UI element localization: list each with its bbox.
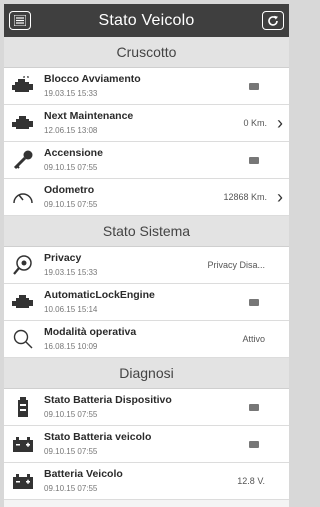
car-battery-icon <box>6 426 40 463</box>
engine-icon <box>6 284 40 321</box>
row-timestamp: 09.10.15 07:55 <box>44 200 98 209</box>
row-label: Accensione <box>44 147 103 159</box>
status-row-stato-batteria-veicolo: Stato Batteria veicolo 09.10.15 07:55 <box>4 426 289 463</box>
status-indicator <box>249 403 259 411</box>
section-header-cruscotto: Cruscotto <box>4 37 289 68</box>
chevron-right-icon[interactable]: › <box>271 113 289 134</box>
status-row-privacy: Privacy 19.03.15 15:33 Privacy Disa... <box>4 247 289 284</box>
row-value: 12.8 V. <box>237 476 265 486</box>
row-label: Next Maintenance <box>44 110 134 122</box>
row-text: Next Maintenance 12.06.15 13:08 <box>40 110 243 136</box>
refresh-icon[interactable] <box>262 11 284 30</box>
chevron-right-icon[interactable]: › <box>271 187 289 208</box>
device-battery-icon <box>6 389 40 426</box>
list-menu-icon[interactable] <box>9 11 31 30</box>
row-text: Odometro 09.10.15 07:55 <box>40 184 223 210</box>
status-list: Cruscotto Blocco Avviamento 19.03.15 15:33… <box>4 37 289 500</box>
odometer-icon <box>6 179 40 216</box>
engine-lock-icon <box>6 68 40 105</box>
row-value: 12868 Km. <box>223 192 267 202</box>
row-label: Modalità operativa <box>44 326 137 338</box>
row-label: Odometro <box>44 184 95 196</box>
row-label: Blocco Avviamento <box>44 73 141 85</box>
row-timestamp: 19.03.15 15:33 <box>44 89 98 98</box>
row-text: AutomaticLockEngine 10.06.15 15:14 <box>40 289 249 315</box>
status-row-next-maintenance[interactable]: Next Maintenance 12.06.15 13:08 0 Km. › <box>4 105 289 142</box>
row-timestamp: 12.06.15 13:08 <box>44 126 98 135</box>
row-timestamp: 09.10.15 07:55 <box>44 447 98 456</box>
row-label: Batteria Veicolo <box>44 468 123 480</box>
row-value: Privacy Disa... <box>207 260 265 270</box>
status-indicator <box>249 440 259 448</box>
row-label: Privacy <box>44 252 82 264</box>
row-text: Stato Batteria Dispositivo 09.10.15 07:55 <box>40 394 249 420</box>
row-label: AutomaticLockEngine <box>44 289 155 301</box>
status-row-accensione: Accensione 09.10.15 07:55 <box>4 142 289 179</box>
page-title: Stato Veicolo <box>98 11 195 29</box>
row-text: Batteria Veicolo 09.10.15 07:55 <box>40 468 237 494</box>
row-timestamp: 09.10.15 07:55 <box>44 410 98 419</box>
status-row-batteria-veicolo: Batteria Veicolo 09.10.15 07:55 12.8 V. <box>4 463 289 500</box>
row-text: Modalità operativa 16.08.15 10:09 <box>40 326 242 352</box>
row-timestamp: 09.10.15 07:55 <box>44 484 98 493</box>
app-frame: Stato Veicolo Cruscotto Blocco Avviamento… <box>4 4 289 507</box>
row-timestamp: 10.06.15 15:14 <box>44 305 98 314</box>
ignition-key-icon <box>6 142 40 179</box>
privacy-eye-icon <box>6 247 40 284</box>
row-label: Stato Batteria veicolo <box>44 431 152 443</box>
row-text: Stato Batteria veicolo 09.10.15 07:55 <box>40 431 249 457</box>
row-text: Privacy 19.03.15 15:33 <box>40 252 207 278</box>
row-text: Blocco Avviamento 19.03.15 15:33 <box>40 73 249 99</box>
section-header-stato-sistema: Stato Sistema <box>4 216 289 247</box>
row-timestamp: 09.10.15 07:55 <box>44 163 98 172</box>
status-row-stato-batteria-dispositivo: Stato Batteria Dispositivo 09.10.15 07:55 <box>4 389 289 426</box>
engine-icon <box>6 105 40 142</box>
row-text: Accensione 09.10.15 07:55 <box>40 147 249 173</box>
row-value: 0 Km. <box>243 118 267 128</box>
status-indicator <box>249 156 259 164</box>
row-timestamp: 19.03.15 15:33 <box>44 268 98 277</box>
status-row-modalita-operativa: Modalità operativa 16.08.15 10:09 Attivo <box>4 321 289 358</box>
status-indicator <box>249 82 259 90</box>
row-label: Stato Batteria Dispositivo <box>44 394 172 406</box>
top-bar: Stato Veicolo <box>4 4 289 37</box>
section-header-diagnosi: Diagnosi <box>4 358 289 389</box>
magnifier-icon <box>6 321 40 358</box>
row-value: Attivo <box>242 334 265 344</box>
row-timestamp: 16.08.15 10:09 <box>44 342 98 351</box>
status-row-blocco-avviamento: Blocco Avviamento 19.03.15 15:33 <box>4 68 289 105</box>
car-battery-icon <box>6 463 40 500</box>
status-row-automaticlockengine: AutomaticLockEngine 10.06.15 15:14 <box>4 284 289 321</box>
status-indicator <box>249 298 259 306</box>
status-row-odometro[interactable]: Odometro 09.10.15 07:55 12868 Km. › <box>4 179 289 216</box>
